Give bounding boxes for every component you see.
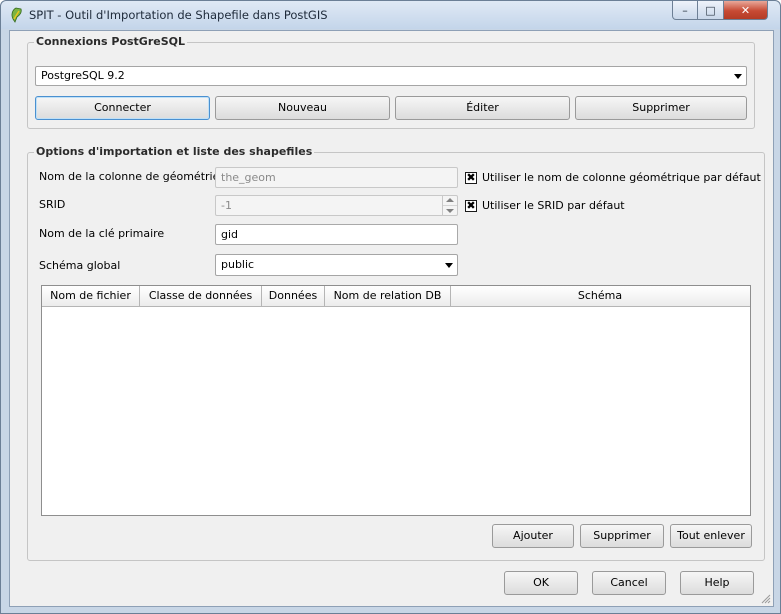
minimize-button[interactable]: – bbox=[672, 1, 698, 20]
srid-value: -1 bbox=[221, 199, 232, 212]
schema-label: Schéma global bbox=[39, 259, 121, 272]
maximize-button[interactable]: □ bbox=[698, 1, 724, 20]
column-header-schema[interactable]: Schéma bbox=[451, 286, 749, 306]
edit-connection-button[interactable]: Éditer bbox=[395, 96, 570, 120]
primary-key-input[interactable]: gid bbox=[215, 224, 458, 245]
shapefile-table[interactable]: Nom de fichier Classe de données Données… bbox=[41, 285, 751, 516]
spit-window: SPIT - Outil d'Importation de Shapefile … bbox=[0, 0, 781, 614]
caption-buttons: – □ ✕ bbox=[672, 1, 768, 21]
primary-key-label: Nom de la clé primaire bbox=[39, 227, 165, 240]
srid-label: SRID bbox=[39, 198, 66, 211]
new-connection-button[interactable]: Nouveau bbox=[215, 96, 390, 120]
spin-up-icon bbox=[446, 198, 454, 202]
ok-button[interactable]: OK bbox=[504, 571, 578, 595]
geom-column-input[interactable]: the_geom bbox=[215, 167, 458, 188]
column-header-relation-name[interactable]: Nom de relation DB bbox=[325, 286, 451, 306]
use-default-geom-checkbox[interactable]: ✖ Utiliser le nom de colonne géométrique… bbox=[465, 171, 761, 184]
column-header-feature-class[interactable]: Classe de données bbox=[140, 286, 262, 306]
help-button[interactable]: Help bbox=[680, 571, 754, 595]
checkbox-checked-icon: ✖ bbox=[465, 170, 477, 184]
import-options-group-title: Options d'importation et liste des shape… bbox=[34, 145, 315, 158]
column-header-features[interactable]: Données bbox=[262, 286, 325, 306]
column-header-filename[interactable]: Nom de fichier bbox=[42, 286, 140, 306]
delete-connection-button[interactable]: Supprimer bbox=[575, 96, 747, 120]
geom-column-label: Nom de la colonne de géométrie bbox=[39, 170, 220, 183]
qgis-logo-icon bbox=[11, 7, 22, 23]
title-bar[interactable]: SPIT - Outil d'Importation de Shapefile … bbox=[1, 1, 780, 29]
window-title: SPIT - Outil d'Importation de Shapefile … bbox=[29, 8, 328, 22]
use-default-srid-label: Utiliser le SRID par défaut bbox=[482, 199, 625, 212]
close-button[interactable]: ✕ bbox=[724, 1, 768, 20]
chevron-down-icon bbox=[734, 74, 742, 79]
srid-spin-buttons[interactable] bbox=[442, 196, 457, 215]
table-header: Nom de fichier Classe de données Données… bbox=[42, 286, 750, 307]
connect-button[interactable]: Connecter bbox=[35, 96, 210, 120]
remove-shapefile-button[interactable]: Supprimer bbox=[580, 524, 664, 548]
spin-divider bbox=[443, 205, 457, 206]
add-shapefile-button[interactable]: Ajouter bbox=[492, 524, 574, 548]
connections-group: Connexions PostGreSQL PostgreSQL 9.2 Con… bbox=[27, 35, 755, 129]
resize-grip-icon[interactable] bbox=[760, 593, 771, 604]
spin-down-icon bbox=[446, 209, 454, 213]
connection-select[interactable]: PostgreSQL 9.2 bbox=[35, 66, 747, 86]
connection-select-value: PostgreSQL 9.2 bbox=[41, 69, 125, 82]
chevron-down-icon bbox=[445, 263, 453, 268]
checkbox-checked-icon: ✖ bbox=[465, 198, 477, 212]
cancel-button[interactable]: Cancel bbox=[592, 571, 666, 595]
schema-select[interactable]: public bbox=[215, 254, 458, 276]
schema-select-value: public bbox=[221, 258, 255, 271]
srid-spinbox[interactable]: -1 bbox=[215, 195, 458, 216]
use-default-geom-label: Utiliser le nom de colonne géométrique p… bbox=[482, 171, 761, 184]
remove-all-button[interactable]: Tout enlever bbox=[670, 524, 752, 548]
dialog-client-area: Connexions PostGreSQL PostgreSQL 9.2 Con… bbox=[9, 30, 774, 607]
connections-group-title: Connexions PostGreSQL bbox=[34, 35, 188, 48]
use-default-srid-checkbox[interactable]: ✖ Utiliser le SRID par défaut bbox=[465, 199, 625, 212]
